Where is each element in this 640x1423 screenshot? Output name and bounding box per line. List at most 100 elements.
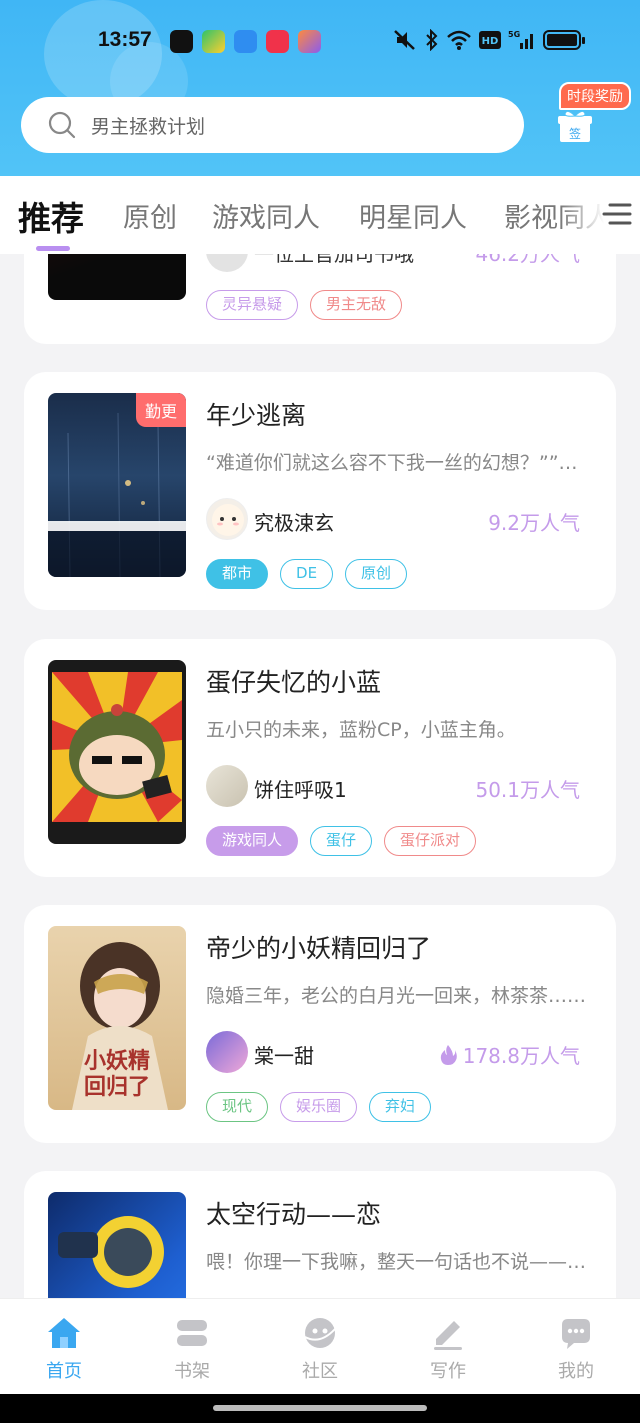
home-icon xyxy=(48,1318,80,1348)
battery-icon xyxy=(543,30,585,50)
svg-text:回归了: 回归了 xyxy=(84,1074,150,1100)
author-avatar[interactable] xyxy=(206,765,248,807)
tag[interactable]: 蛋仔派对 xyxy=(384,826,477,856)
signal-icon: 5G xyxy=(508,30,533,49)
tag[interactable]: 现代 xyxy=(206,1092,269,1122)
book-cover[interactable] xyxy=(48,1192,186,1298)
book-cover[interactable] xyxy=(48,254,186,300)
book-cover[interactable] xyxy=(48,660,186,844)
nav-community[interactable]: 社区 xyxy=(280,1315,360,1383)
header: 13:57 HD 5G 男主拯救计划 时段奖励 签 xyxy=(0,0,640,180)
book-description: “难道你们就这么容不下我一丝的幻想？””…… xyxy=(206,452,594,474)
tab-recommend[interactable]: 推荐 xyxy=(18,192,84,240)
app-icon xyxy=(234,30,257,53)
status-bar: 13:57 HD 5G xyxy=(0,22,640,62)
system-icons: HD 5G xyxy=(392,29,585,51)
home-indicator[interactable] xyxy=(213,1405,427,1411)
book-cover[interactable]: 勤更 xyxy=(48,393,186,577)
book-description: 隐婚三年，老公的白月光一回来，林茶茶…… xyxy=(206,985,587,1007)
search-icon xyxy=(48,111,76,139)
bluetooth-icon xyxy=(426,29,438,51)
svg-text:HD: HD xyxy=(482,36,499,47)
author-name[interactable]: 饼住呼吸1 xyxy=(254,774,347,803)
book-title[interactable]: 蛋仔失忆的小蓝 xyxy=(206,663,381,699)
search-placeholder: 男主拯救计划 xyxy=(91,115,206,138)
author-name[interactable]: 棠一甜 xyxy=(254,1040,314,1069)
tag[interactable]: 都市 xyxy=(206,559,269,589)
tag-list: 游戏同人 蛋仔 蛋仔派对 xyxy=(206,826,477,856)
tag[interactable]: 灵异悬疑 xyxy=(206,290,299,320)
tag[interactable]: 游戏同人 xyxy=(206,826,299,856)
video-icon xyxy=(266,30,289,53)
author-name[interactable]: 一位土官加司书哦 xyxy=(254,254,414,267)
author-avatar[interactable] xyxy=(206,498,248,540)
bottom-nav: 首页 书架 社区 写作 我的 xyxy=(0,1298,640,1394)
popularity: 9.2万人气 xyxy=(488,507,580,536)
reward-badge: 时段奖励 xyxy=(559,82,631,110)
book-list: 一位土官加司书哦 46.2万人气 灵异悬疑 男主无敌 勤更 年少逃离 “难道你们… xyxy=(0,254,640,1298)
tab-celebrity-fanfic[interactable]: 明星同人 xyxy=(359,196,467,235)
search-bar[interactable]: 男主拯救计划 xyxy=(21,97,524,153)
wifi-icon xyxy=(447,30,471,50)
notification-icons xyxy=(170,30,321,53)
tag[interactable]: 弃妇 xyxy=(369,1092,432,1122)
tag[interactable]: 蛋仔 xyxy=(310,826,373,856)
gift-icon: 签 xyxy=(558,110,592,142)
author-avatar[interactable] xyxy=(206,254,248,272)
nav-write[interactable]: 写作 xyxy=(408,1315,488,1383)
book-title[interactable]: 太空行动——恋 xyxy=(206,1195,381,1231)
menu-icon[interactable] xyxy=(602,201,632,227)
nav-label: 首页 xyxy=(46,1361,82,1382)
nav-home[interactable]: 首页 xyxy=(24,1315,104,1383)
tab-original[interactable]: 原创 xyxy=(123,196,177,235)
tag[interactable]: 娱乐圈 xyxy=(280,1092,358,1122)
app-icon xyxy=(298,30,321,53)
tag-list: 现代 娱乐圈 弃妇 xyxy=(206,1092,432,1122)
nav-profile[interactable]: 我的 xyxy=(536,1315,616,1383)
book-card[interactable]: 太空行动——恋 喂！你理一下我嘛，整天一句话也不说——…… xyxy=(24,1171,616,1298)
tiktok-icon xyxy=(170,30,193,53)
tag[interactable]: DE xyxy=(280,559,334,589)
category-tabs: 推荐 原创 游戏同人 明星同人 影视同人 xyxy=(0,176,640,254)
write-icon xyxy=(434,1321,462,1350)
nav-bookshelf[interactable]: 书架 xyxy=(152,1315,232,1383)
book-description: 喂！你理一下我嘛，整天一句话也不说——…… xyxy=(206,1251,594,1273)
active-tab-indicator xyxy=(36,246,70,251)
cover-art xyxy=(58,1216,164,1288)
popularity-value: 50.1万人气 xyxy=(475,778,580,802)
book-card[interactable]: 蛋仔失忆的小蓝 五小只的未来，蓝粉CP，小蓝主角。 饼住呼吸1 50.1万人气 … xyxy=(24,639,616,877)
time-reward[interactable]: 时段奖励 签 xyxy=(556,82,631,152)
tag[interactable]: 原创 xyxy=(345,559,408,589)
nav-label: 写作 xyxy=(430,1361,466,1382)
community-icon xyxy=(304,1318,336,1348)
author-name[interactable]: 究极涑玄 xyxy=(254,507,334,536)
app-icon xyxy=(202,30,225,53)
cover-art: 小妖精 回归了 xyxy=(72,942,168,1110)
book-card[interactable]: 小妖精 回归了 帝少的小妖精回归了 隐婚三年，老公的白月光一回来，林茶茶…… 棠… xyxy=(24,905,616,1143)
book-title[interactable]: 帝少的小妖精回归了 xyxy=(206,929,431,965)
tag-list: 灵异悬疑 男主无敌 xyxy=(206,290,403,320)
tab-game-fanfic[interactable]: 游戏同人 xyxy=(212,196,320,235)
book-card[interactable]: 勤更 年少逃离 “难道你们就这么容不下我一丝的幻想？””…… 究极涑玄 9.2万… xyxy=(24,372,616,610)
book-title[interactable]: 年少逃离 xyxy=(206,396,306,432)
nav-label: 我的 xyxy=(558,1361,594,1382)
status-time: 13:57 xyxy=(98,28,152,51)
popularity-value: 9.2万人气 xyxy=(488,511,580,535)
mute-icon xyxy=(394,30,415,50)
book-card[interactable]: 一位土官加司书哦 46.2万人气 灵异悬疑 男主无敌 xyxy=(24,254,616,344)
gift-label: 签 xyxy=(569,126,581,141)
popularity-value: 46.2万人气 xyxy=(475,254,580,266)
svg-text:5G: 5G xyxy=(508,30,520,39)
bookshelf-icon xyxy=(177,1320,207,1346)
nav-label: 书架 xyxy=(174,1361,210,1382)
svg-text:小妖精: 小妖精 xyxy=(84,1048,150,1074)
popularity: 178.8万人气 xyxy=(439,1040,580,1069)
author-avatar[interactable] xyxy=(206,1031,248,1073)
cover-art xyxy=(52,672,182,822)
popularity-value: 178.8万人气 xyxy=(462,1044,580,1068)
hd-icon: HD xyxy=(479,31,501,49)
tag[interactable]: 男主无敌 xyxy=(310,290,403,320)
book-cover[interactable]: 小妖精 回归了 xyxy=(48,926,186,1110)
tag-list: 都市 DE 原创 xyxy=(206,559,408,589)
popularity: 46.2万人气 xyxy=(475,254,580,267)
